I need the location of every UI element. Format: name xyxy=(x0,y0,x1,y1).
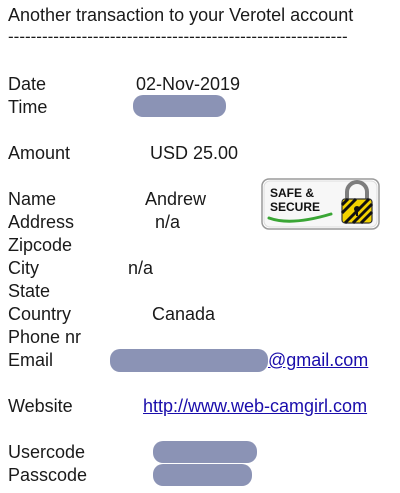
usercode-label: Usercode xyxy=(8,442,86,462)
usercode-redacted xyxy=(153,441,257,463)
address-label: Address xyxy=(8,212,75,232)
safe-secure-badge-graphic: SAFE & SECURE xyxy=(261,178,380,230)
date-label: Date xyxy=(8,74,47,94)
phone-label: Phone nr xyxy=(8,327,82,347)
safe-secure-badge: SAFE & SECURE xyxy=(261,178,380,230)
amount-label: Amount xyxy=(8,143,71,163)
website-label: Website xyxy=(8,396,73,416)
state-label: State xyxy=(8,281,51,301)
email-label: Email xyxy=(8,350,54,370)
name-label: Name xyxy=(8,189,57,209)
date-value: 02-Nov-2019 xyxy=(136,74,241,94)
city-label: City xyxy=(8,258,39,278)
email-subject-title: Another transaction to your Verotel acco… xyxy=(8,5,354,25)
passcode-label: Passcode xyxy=(8,465,88,485)
time-label: Time xyxy=(8,97,48,117)
country-value: Canada xyxy=(152,304,216,324)
time-redacted xyxy=(133,95,226,117)
badge-line1: SAFE & xyxy=(270,186,314,200)
address-value: n/a xyxy=(155,212,181,232)
amount-value: USD 25.00 xyxy=(150,143,239,163)
divider-line: ----------------------------------------… xyxy=(8,27,348,46)
city-value: n/a xyxy=(128,258,154,278)
website-link[interactable]: http://www.web-camgirl.com xyxy=(143,396,367,417)
zipcode-label: Zipcode xyxy=(8,235,73,255)
email-user-redacted xyxy=(110,349,268,372)
email-link[interactable]: @gmail.com xyxy=(268,350,368,371)
country-label: Country xyxy=(8,304,72,324)
passcode-redacted xyxy=(153,464,252,486)
name-value: Andrew xyxy=(145,189,207,209)
badge-line2: SECURE xyxy=(270,200,320,214)
